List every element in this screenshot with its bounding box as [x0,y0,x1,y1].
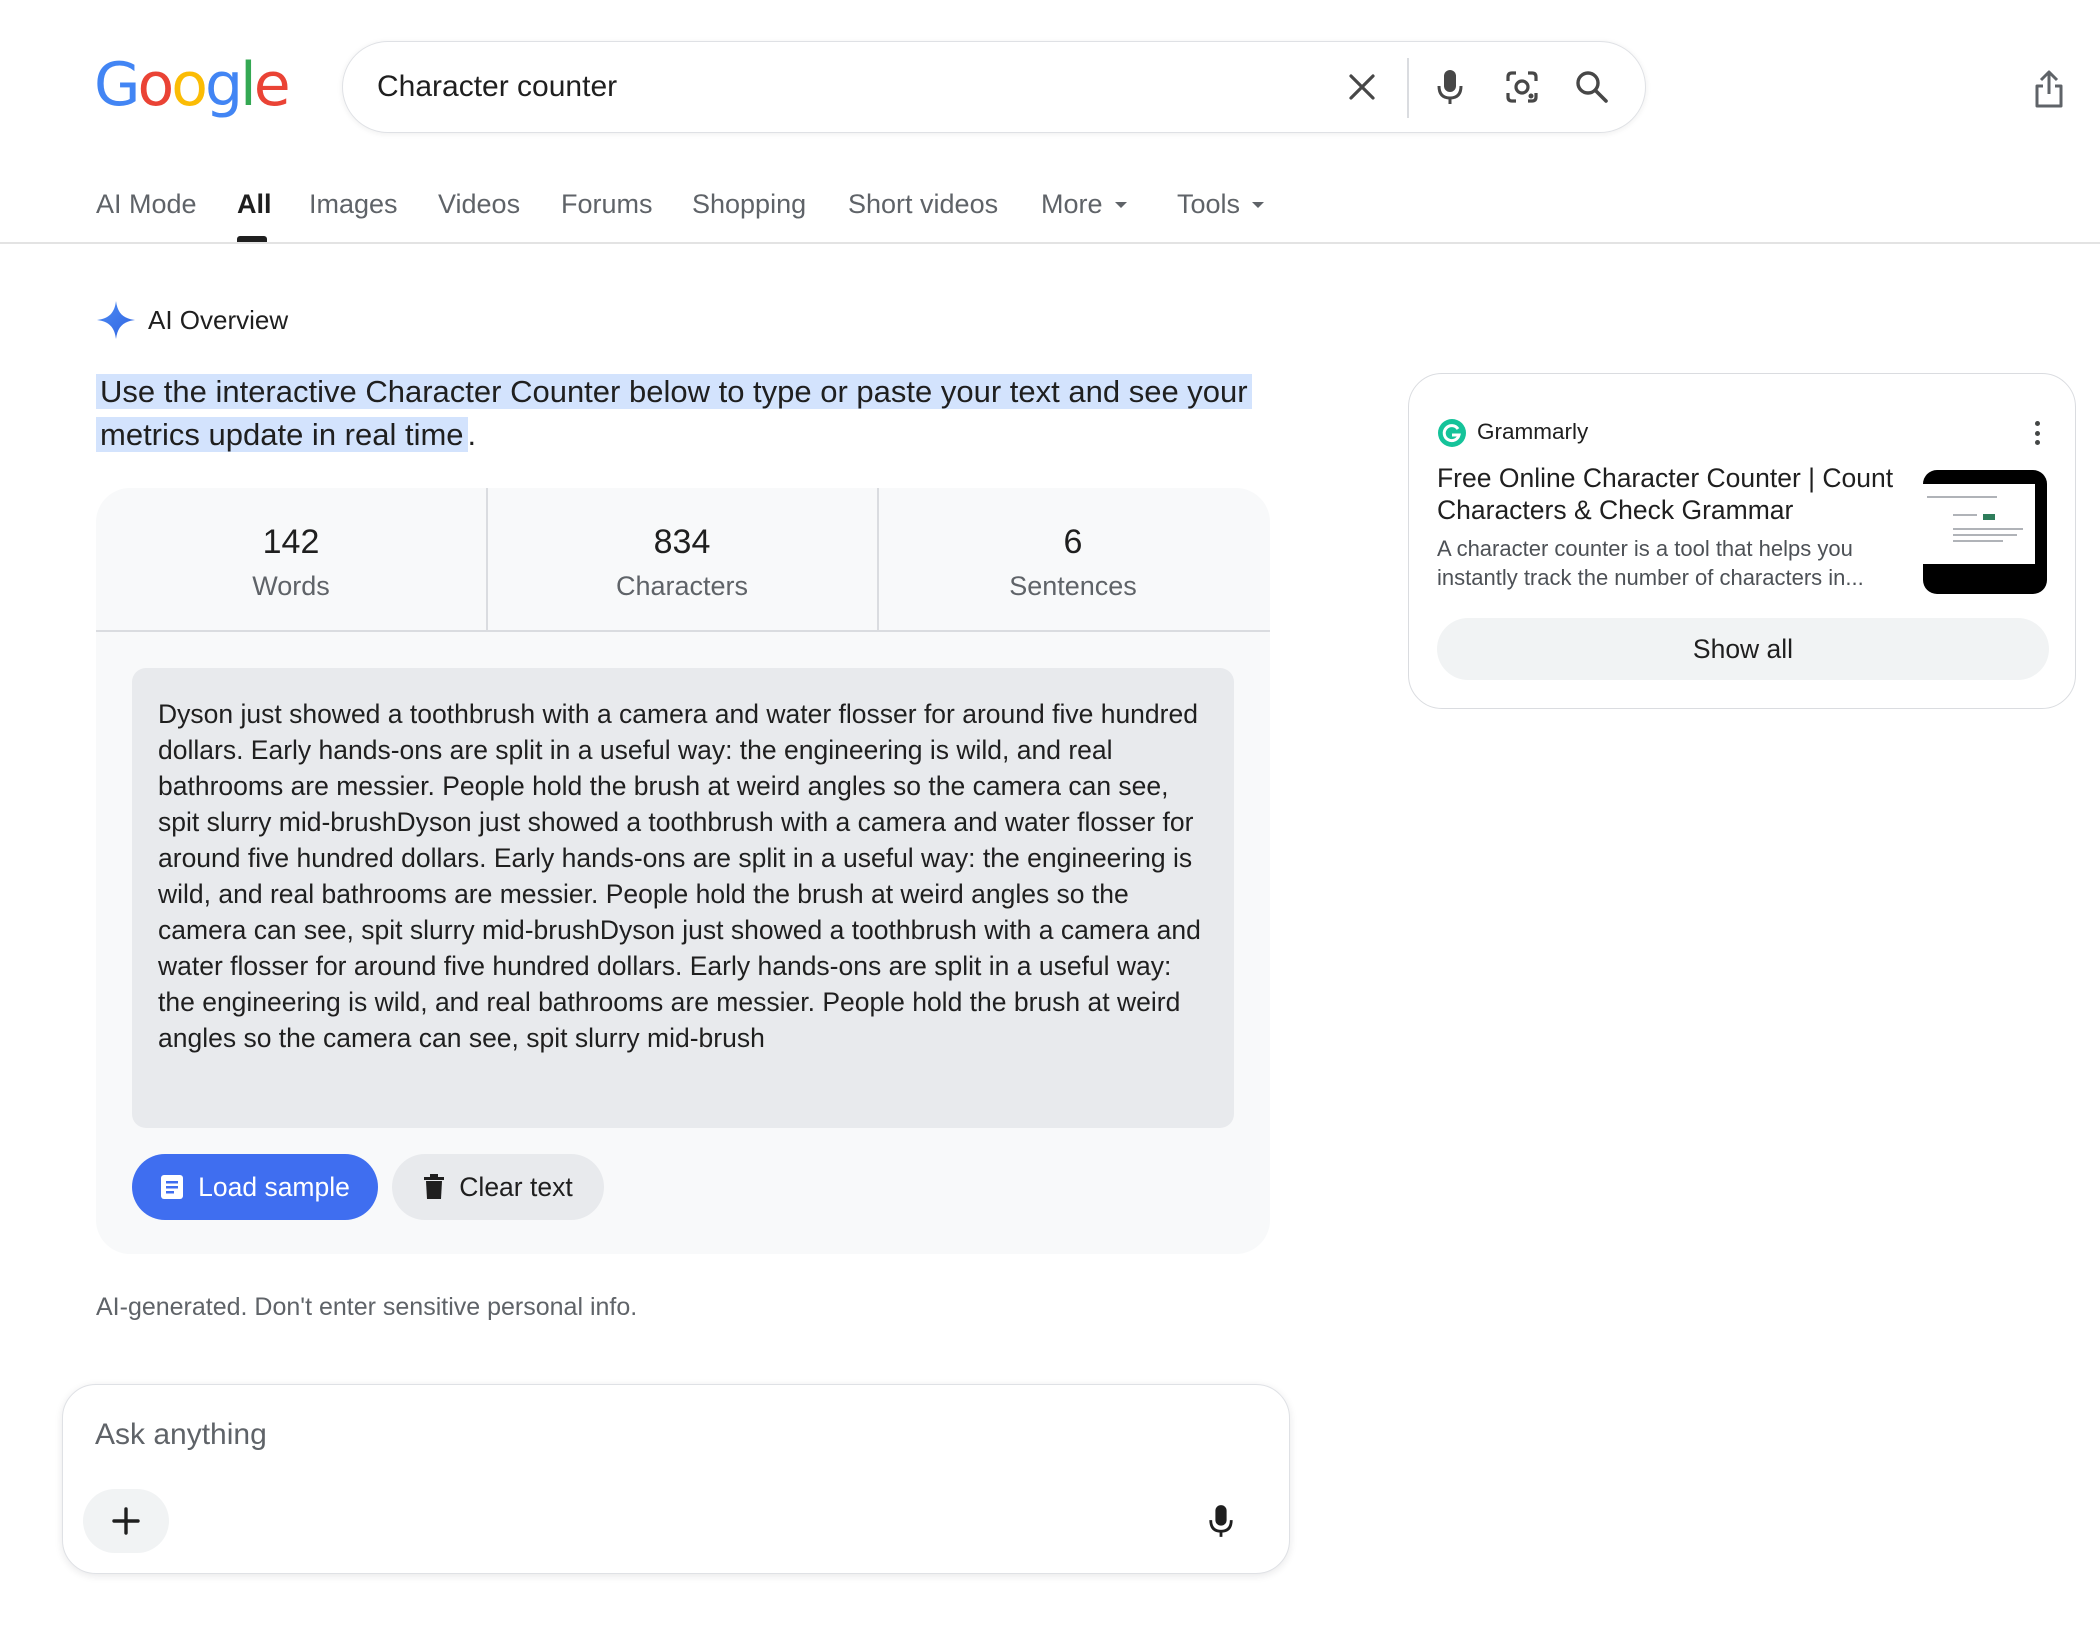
tab-short-videos[interactable]: Short videos [848,186,998,222]
stats-divider [96,630,1270,632]
search-results-page: Google Character counter AI Mode All Ima… [0,0,2100,1638]
stat-label: Sentences [1009,571,1137,601]
search-icon[interactable] [1571,66,1613,108]
stat-label: Characters [615,571,749,601]
source-snippet: A character counter is a tool that helps… [1437,536,1864,590]
tab-more[interactable]: More [1041,186,1127,222]
highlighted-text[interactable]: Use the interactive Character Counter be… [96,374,1252,452]
logo-letter: G [94,50,140,120]
logo-letter: g [204,50,243,120]
tab-videos[interactable]: Videos [438,186,520,222]
ai-overview-intro: Use the interactive Character Counter be… [96,370,1256,456]
source-site-name: Grammarly [1477,419,1589,444]
close-icon[interactable] [1341,66,1383,108]
stat-value: 6 [1063,523,1083,561]
google-logo[interactable]: Google [94,50,291,120]
ask-input[interactable] [95,1415,1195,1455]
stat-characters: 834 Characters [487,488,877,630]
stat-value: 834 [653,523,711,561]
stat-words: 142 Words [96,488,486,630]
ask-anything-box[interactable] [62,1384,1290,1574]
plus-icon [112,1507,140,1535]
more-options-icon[interactable] [2025,418,2049,448]
source-title-link[interactable]: Free Online Character Counter | Count Ch… [1437,462,1897,526]
search-box[interactable]: Character counter [342,41,1646,133]
grammarly-icon [1438,419,1466,447]
lens-icon[interactable] [1501,66,1543,108]
trash-icon [424,1174,445,1199]
sparkle-icon [97,301,135,339]
stat-value: 142 [262,523,320,561]
clear-text-button[interactable]: Clear text [392,1154,604,1220]
stat-sentences: 6 Sentences [878,488,1268,630]
add-button[interactable] [83,1489,169,1553]
logo-letter: e [253,50,291,120]
tab-ai-mode[interactable]: AI Mode [96,186,197,222]
ai-overview-header: AI Overview [96,300,288,340]
thumbnail-preview [1923,484,2035,564]
tab-all[interactable]: All [237,186,272,222]
tabs-divider [0,242,2100,244]
tab-forums[interactable]: Forums [561,186,653,222]
tab-shopping[interactable]: Shopping [692,186,806,222]
character-counter-widget: 142 Words 834 Characters 6 Sentences Dys… [96,488,1270,1254]
stat-label: Words [252,571,330,601]
source-thumbnail[interactable] [1923,470,2047,594]
tab-tools[interactable]: Tools [1177,186,1265,222]
load-sample-label: Load sample [198,1171,350,1202]
mic-icon[interactable] [1199,1499,1243,1543]
counter-text-area[interactable]: Dyson just showed a toothbrush with a ca… [132,668,1234,1128]
search-input[interactable]: Character counter [377,68,617,106]
tab-more-label: More [1041,189,1103,219]
load-sample-button[interactable]: Load sample [132,1154,378,1220]
logo-letter: l [240,50,257,120]
source-card[interactable]: Grammarly Free Online Character Counter … [1408,373,2076,709]
show-all-button[interactable]: Show all [1437,618,2049,680]
caret-down-icon [1252,202,1265,208]
ai-disclaimer: AI-generated. Don't enter sensitive pers… [96,1293,638,1321]
clear-text-label: Clear text [459,1171,573,1202]
logo-letter: o [137,50,175,120]
search-divider [1407,58,1409,118]
ai-overview-title: AI Overview [148,305,289,335]
share-icon[interactable] [2026,66,2072,112]
logo-letter: o [171,50,208,120]
tab-tools-label: Tools [1177,189,1241,219]
mic-icon[interactable] [1429,66,1471,108]
document-icon [161,1175,184,1199]
caret-down-icon [1114,202,1127,208]
tab-images[interactable]: Images [309,186,398,222]
intro-end: . [467,417,477,452]
